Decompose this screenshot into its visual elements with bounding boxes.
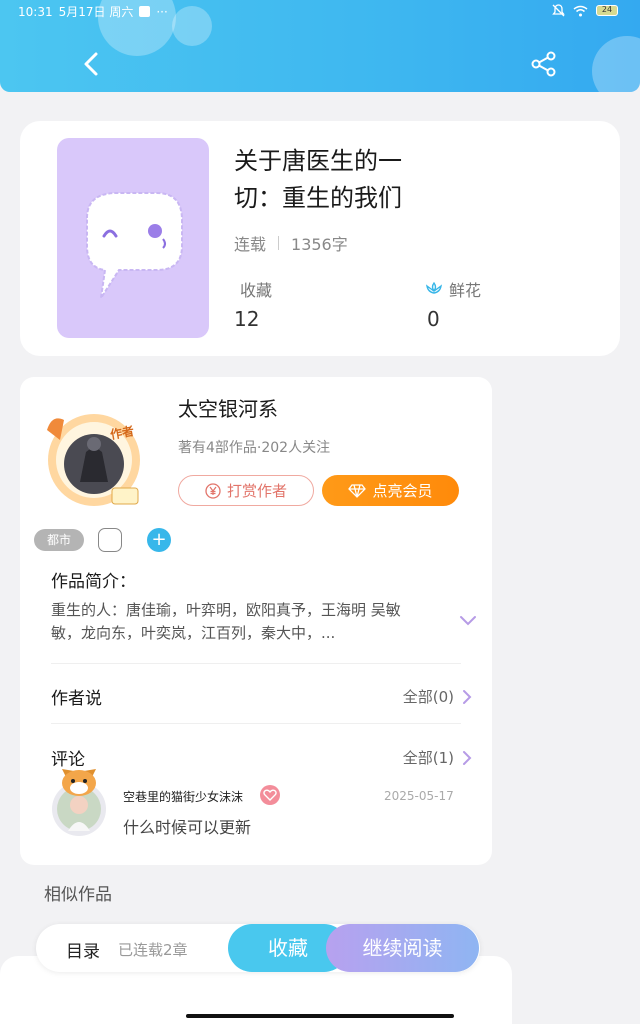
vip-label: 点亮会员 <box>372 482 433 500</box>
status-date: 5月17日 周六 <box>58 5 134 19</box>
header-bar: 10:31 5月17日 周六 ··· 24 <box>0 0 640 92</box>
share-button[interactable] <box>530 50 558 78</box>
add-tag-button[interactable]: + <box>147 528 171 552</box>
intro-text: 重生的人：唐佳瑜，叶弈明，欧阳真予，王海明 吴敏敏，龙向东，叶奕岚，江百列，秦大… <box>51 601 401 642</box>
toc-button[interactable]: 目录 <box>66 937 100 962</box>
flowers-label: 鲜花 <box>449 281 482 300</box>
status-more: ··· <box>156 4 168 19</box>
decor-bubble <box>172 6 212 46</box>
battery-icon: 24 <box>596 5 618 16</box>
home-indicator[interactable] <box>186 1014 454 1018</box>
chapters-count: 已连载2章 <box>118 941 188 959</box>
chevron-right-icon <box>463 689 472 704</box>
expand-chevron-icon[interactable] <box>458 613 478 627</box>
author-avatar[interactable]: 作者 <box>42 402 152 512</box>
meta-divider <box>278 236 280 250</box>
author-says-all-label: 全部(0) <box>402 688 454 706</box>
wifi-icon <box>573 5 588 16</box>
book-cover[interactable] <box>57 138 209 338</box>
similar-works-title: 相似作品 <box>44 885 112 905</box>
flower-icon <box>426 281 442 294</box>
book-status: 连载 <box>234 235 267 254</box>
book-title: 关于唐医生的一切：重生的我们 <box>234 147 402 212</box>
book-word-count: 1356字 <box>291 235 348 254</box>
continue-reading-button[interactable]: 继续阅读 <box>326 924 479 972</box>
author-summary: 著有4部作品·202人关注 <box>178 440 331 456</box>
comment-date: 2025-05-17 <box>384 789 454 803</box>
book-info-card: 关于唐医生的一切：重生的我们 连载 1356字 收藏 12 鲜花 0 <box>20 121 620 356</box>
vip-button[interactable]: 点亮会员 <box>322 475 459 506</box>
flowers-count: 0 <box>427 307 440 331</box>
tag-empty[interactable] <box>98 528 122 552</box>
bottom-action-bar: 目录 已连载2章 收藏 继续阅读 <box>36 924 480 972</box>
avatar <box>47 414 140 506</box>
flowers-stat[interactable]: 鲜花 <box>425 277 481 301</box>
status-time: 10:31 <box>18 4 53 19</box>
decor-bubble <box>592 36 640 92</box>
tip-author-button[interactable]: 打赏作者 <box>178 475 314 506</box>
status-icons: 24 <box>552 4 618 17</box>
divider <box>51 723 461 724</box>
commenter-avatar[interactable] <box>48 761 114 837</box>
avatar <box>52 769 106 836</box>
chevron-right-icon <box>463 750 472 765</box>
comments-all-label: 全部(1) <box>402 749 454 767</box>
chat-bubble-icon <box>86 192 183 299</box>
heart-badge-icon <box>260 785 280 805</box>
wifi-app-icon <box>139 6 151 17</box>
mute-bell-icon <box>552 4 565 17</box>
favorites-label: 收藏 <box>240 281 273 300</box>
book-meta: 连载 1356字 <box>234 231 348 255</box>
yen-coin-icon <box>205 482 221 499</box>
back-button[interactable] <box>78 48 106 80</box>
diamond-icon <box>348 483 367 498</box>
tag-genre[interactable]: 都市 <box>34 529 84 551</box>
divider <box>51 663 461 664</box>
author-card: 作者 太空银河系 著有4部作品·202人关注 打赏作者 点亮会员 都市 + 作品… <box>20 377 492 865</box>
comment-text: 什么时候可以更新 <box>123 818 252 837</box>
author-name[interactable]: 太空银河系 <box>178 393 278 422</box>
intro-title: 作品简介： <box>51 572 136 592</box>
comments-all-link[interactable]: 全部(1) <box>403 747 472 768</box>
commenter-name[interactable]: 空巷里的猫街少女沫沫 <box>123 788 243 805</box>
author-says-all-link[interactable]: 全部(0) <box>403 686 472 707</box>
favorites-count: 12 <box>234 307 260 331</box>
tip-author-label: 打赏作者 <box>226 482 287 500</box>
author-says-title: 作者说 <box>51 689 102 709</box>
status-bar: 10:31 5月17日 周六 ··· <box>18 3 168 20</box>
